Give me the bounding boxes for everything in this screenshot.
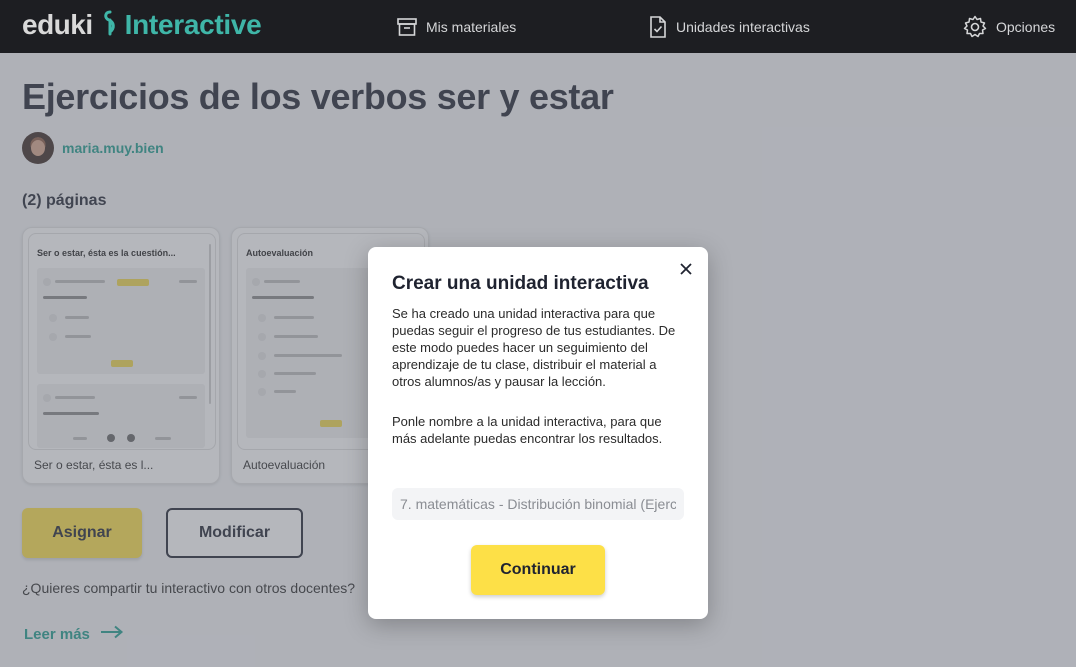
brand-eduki-text: eduki	[22, 9, 93, 40]
eduki-interactive-logo[interactable]: eduki Interactive	[22, 8, 262, 42]
dialog-instruction: Ponle nombre a la unidad interactiva, pa…	[392, 414, 663, 446]
close-icon[interactable]	[678, 261, 694, 277]
create-interactive-unit-dialog: Crear una unidad interactiva Se ha cread…	[368, 247, 708, 619]
dialog-description: Se ha creado una unidad interactiva para…	[392, 306, 676, 389]
top-navigation-bar: eduki Interactive Mis materiales Unidade…	[0, 0, 1076, 53]
nav-unidades-interactivas[interactable]: Unidades interactivas	[648, 0, 810, 53]
document-check-icon	[648, 15, 668, 39]
dialog-title: Crear una unidad interactiva	[392, 273, 649, 294]
continue-button[interactable]: Continuar	[471, 545, 605, 595]
brand-mark-icon	[101, 10, 119, 41]
nav-label: Unidades interactivas	[676, 18, 810, 35]
archive-box-icon	[396, 16, 418, 38]
brand-interactive-text: Interactive	[124, 9, 262, 40]
gear-icon	[962, 14, 988, 40]
nav-label: Opciones	[996, 18, 1056, 35]
unit-name-input[interactable]	[392, 488, 684, 520]
nav-label: Mis materiales	[426, 18, 517, 35]
nav-mis-materiales[interactable]: Mis materiales	[396, 0, 516, 53]
nav-opciones[interactable]: Opciones	[962, 0, 1055, 53]
